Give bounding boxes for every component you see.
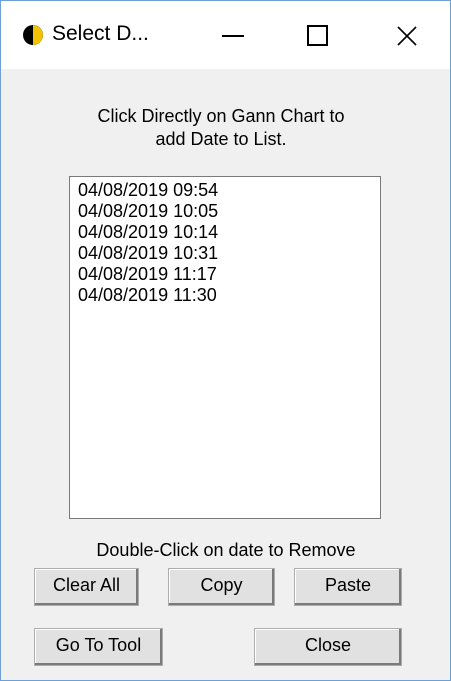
list-item[interactable]: 04/08/2019 11:17: [78, 264, 217, 284]
dialog-window: Select D... Click Directly on Gann Chart…: [0, 0, 451, 681]
remove-hint-text: Double-Click on date to Remove: [96, 540, 356, 560]
close-window-button[interactable]: [357, 1, 431, 69]
go-to-tool-button[interactable]: Go To Tool: [34, 628, 163, 666]
title-bar[interactable]: Select D...: [1, 1, 450, 69]
close-icon: [397, 26, 417, 46]
instructions-line: Click Directly on Gann Chart to add Date …: [97, 106, 345, 149]
list-item[interactable]: 04/08/2019 10:05: [78, 201, 218, 221]
paste-button[interactable]: Paste: [294, 568, 402, 606]
instructions-text: Click Directly on Gann Chart to add Date …: [36, 105, 406, 151]
close-button[interactable]: Close: [254, 628, 402, 666]
date-listbox[interactable]: 04/08/2019 09:54 04/08/2019 10:05 04/08/…: [69, 176, 381, 519]
minimize-button[interactable]: [193, 1, 267, 69]
window-title: Select D...: [52, 22, 149, 45]
maximize-icon: [307, 25, 328, 46]
list-item[interactable]: 04/08/2019 11:30: [78, 285, 217, 305]
copy-button[interactable]: Copy: [168, 568, 275, 606]
list-item[interactable]: 04/08/2019 09:54: [78, 180, 218, 200]
list-item[interactable]: 04/08/2019 10:14: [78, 222, 218, 242]
moon-phase-icon: [23, 25, 43, 45]
list-item[interactable]: 04/08/2019 10:31: [78, 243, 218, 263]
maximize-button[interactable]: [275, 1, 349, 69]
clear-all-button[interactable]: Clear All: [34, 568, 139, 606]
minimize-icon: [222, 35, 244, 37]
